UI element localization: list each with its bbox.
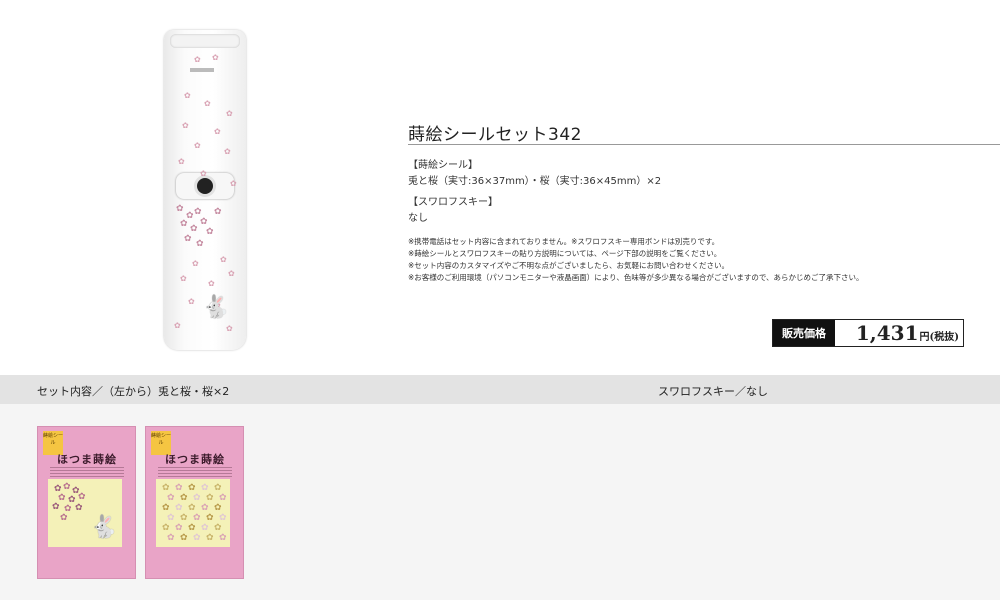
note-line: ※蒔絵シールとスワロフスキーの貼り方説明については、ページ下部の説明をご覧くださ… xyxy=(408,249,722,258)
sakura-icon: ✿ xyxy=(214,483,222,493)
sakura-icon: ✿ xyxy=(167,493,175,503)
price-label: 販売価格 xyxy=(773,320,835,346)
set-contents-section: セット内容／（左から）兎と桜・桜×2 スワロフスキー／なし 蒔絵シール ほつま蒔… xyxy=(0,375,1000,600)
sakura-icon: ✿ xyxy=(219,533,227,543)
sakura-icon: ✿ xyxy=(193,513,201,523)
sakura-icon: ✿ xyxy=(190,224,198,234)
title-divider xyxy=(408,144,1000,145)
sakura-icon: ✿ xyxy=(206,493,214,503)
sakura-icon: ✿ xyxy=(188,523,196,533)
sakura-icon: ✿ xyxy=(204,99,211,108)
product-image: ✿ ✿ ✿ ✿ ✿ ✿ ✿ ✿ ✿ ✿ ✿ ✿ ✿ ✿ ✿ ✿ ✿ ✿ ✿ ✿ ✿ ✿ ✿ ✿ ✿ ✿ ✿ ✿ ✿ ✿ ✿ 🐇 xyxy=(150,20,260,350)
set-contents-label: セット内容／（左から）兎と桜・桜×2 xyxy=(37,385,230,398)
sakura-icon: ✿ xyxy=(162,503,170,513)
sakura-icon: ✿ xyxy=(220,255,227,264)
price-unit: 円(税抜) xyxy=(919,332,959,343)
sakura-icon: ✿ xyxy=(180,513,188,523)
sakura-icon: ✿ xyxy=(226,109,233,118)
sakura-icon: ✿ xyxy=(184,234,192,244)
sakura-icon: ✿ xyxy=(184,91,191,100)
sakura-icon: ✿ xyxy=(194,207,202,217)
sticker-pack-sakura: 蒔絵シール ほつま蒔絵 ✿ ✿ ✿ ✿ ✿ ✿ ✿ ✿ ✿ ✿ ✿ ✿ ✿ ✿ ✿ ✿ ✿ ✿ ✿ ✿ ✿ ✿ ✿ ✿ ✿ ✿ ✿ ✿… xyxy=(145,426,244,579)
sakura-icon: ✿ xyxy=(206,533,214,543)
sakura-icon: ✿ xyxy=(206,227,214,237)
camera-icon xyxy=(197,178,213,194)
sakura-icon: ✿ xyxy=(214,207,222,217)
note-line: ※お客様のご利用環境（パソコンモニターや液晶画面）により、色味等が多少異なる場合… xyxy=(408,273,864,282)
sakura-icon: ✿ xyxy=(167,533,175,543)
sakura-icon: ✿ xyxy=(200,217,208,227)
sakura-icon: ✿ xyxy=(162,483,170,493)
sakura-icon: ✿ xyxy=(214,127,221,136)
sakura-icon: ✿ xyxy=(219,513,227,523)
notes: ※携帯電話はセット内容に含まれておりません。※スワロフスキー専用ボンドは別売りで… xyxy=(408,236,988,284)
swarovski-contents-label: スワロフスキー／なし xyxy=(658,385,768,398)
sakura-icon: ✿ xyxy=(206,513,214,523)
sakura-icon: ✿ xyxy=(196,239,204,249)
sakura-icon: ✿ xyxy=(180,219,188,229)
sakura-icon: ✿ xyxy=(228,269,235,278)
sakura-icon: ✿ xyxy=(201,523,209,533)
sakura-icon: ✿ xyxy=(219,493,227,503)
sticker-pack-rabbit-sakura: 蒔絵シール ほつま蒔絵 ✿ ✿ ✿ ✿ ✿ ✿ ✿ ✿ ✿ ✿ 🐇 xyxy=(37,426,136,579)
set-contents-header: セット内容／（左から）兎と桜・桜×2 スワロフスキー／なし xyxy=(0,375,1000,404)
sakura-icon: ✿ xyxy=(175,483,183,493)
sakura-icon: ✿ xyxy=(167,513,175,523)
sakura-icon: ✿ xyxy=(224,147,231,156)
sakura-icon: ✿ xyxy=(188,297,195,306)
sakura-icon: ✿ xyxy=(180,533,188,543)
sakura-icon: ✿ xyxy=(178,157,185,166)
pack-description xyxy=(158,467,232,477)
sakura-icon: ✿ xyxy=(194,141,201,150)
sticker-sheet: ✿ ✿ ✿ ✿ ✿ ✿ ✿ ✿ ✿ ✿ 🐇 xyxy=(48,479,122,547)
sakura-icon: ✿ xyxy=(188,503,196,513)
product-title: 蒔絵シールセット342 xyxy=(408,125,582,145)
sakura-icon: ✿ xyxy=(201,483,209,493)
note-line: ※携帯電話はセット内容に含まれておりません。※スワロフスキー専用ボンドは別売りで… xyxy=(408,237,720,246)
pack-title: ほつま蒔絵 xyxy=(165,453,225,466)
spec-value-maki-e: 兎と桜（実寸:36×37mm）・桜（実寸:36×45mm）×2 xyxy=(408,176,662,187)
sticker-sheet: ✿ ✿ ✿ ✿ ✿ ✿ ✿ ✿ ✿ ✿ ✿ ✿ ✿ ✿ ✿ ✿ ✿ ✿ ✿ ✿ ✿ ✿ ✿ ✿ ✿ ✿ ✿ ✿ ✿ ✿ xyxy=(156,479,230,547)
sakura-icon: ✿ xyxy=(226,324,233,333)
sakura-icon: ✿ xyxy=(214,503,222,513)
spec-label-swarovski: 【スワロフスキー】 xyxy=(408,197,498,208)
sakura-icon: ✿ xyxy=(193,493,201,503)
sakura-icon: ✿ xyxy=(194,55,201,64)
sakura-icon: ✿ xyxy=(162,523,170,533)
sakura-icon: ✿ xyxy=(174,321,181,330)
sakura-icon: ✿ xyxy=(175,523,183,533)
pack-description xyxy=(50,467,124,477)
price-value: 1,431 円(税抜) xyxy=(835,320,963,346)
sakura-icon: ✿ xyxy=(175,503,183,513)
rabbit-icon: 🐇 xyxy=(90,515,118,540)
rabbit-icon: 🐇 xyxy=(202,295,230,320)
sakura-icon: ✿ xyxy=(201,503,209,513)
sakura-icon: ✿ xyxy=(212,53,219,62)
sakura-icon: ✿ xyxy=(180,274,187,283)
spec-label-maki-e: 【蒔絵シール】 xyxy=(408,160,478,171)
sakura-icon: ✿ xyxy=(176,204,184,214)
sakura-icon: ✿ xyxy=(192,259,199,268)
price-box: 販売価格 1,431 円(税抜) xyxy=(772,319,964,347)
sakura-icon: ✿ xyxy=(208,279,215,288)
phone-earpiece xyxy=(170,34,240,48)
pack-title: ほつま蒔絵 xyxy=(57,453,117,466)
flip-phone-illustration: ✿ ✿ ✿ ✿ ✿ ✿ ✿ ✿ ✿ ✿ ✿ ✿ ✿ ✿ ✿ ✿ ✿ ✿ ✿ ✿ ✿ ✿ ✿ ✿ ✿ ✿ ✿ ✿ ✿ ✿ ✿ 🐇 xyxy=(164,30,246,350)
sakura-icon: ✿ xyxy=(188,483,196,493)
sakura-icon: ✿ xyxy=(200,169,207,178)
sakura-icon: ✿ xyxy=(193,533,201,543)
sakura-icon: ✿ xyxy=(180,493,188,503)
phone-logo xyxy=(190,68,214,72)
spec-value-swarovski: なし xyxy=(408,213,428,224)
sakura-icon: ✿ xyxy=(214,523,222,533)
sakura-icon: ✿ xyxy=(230,179,237,188)
note-line: ※セット内容のカスタマイズやご不明な点がございましたら、お気軽にお問い合わせくだ… xyxy=(408,261,730,270)
price-amount: 1,431 xyxy=(855,321,919,345)
sakura-icon: ✿ xyxy=(182,121,189,130)
